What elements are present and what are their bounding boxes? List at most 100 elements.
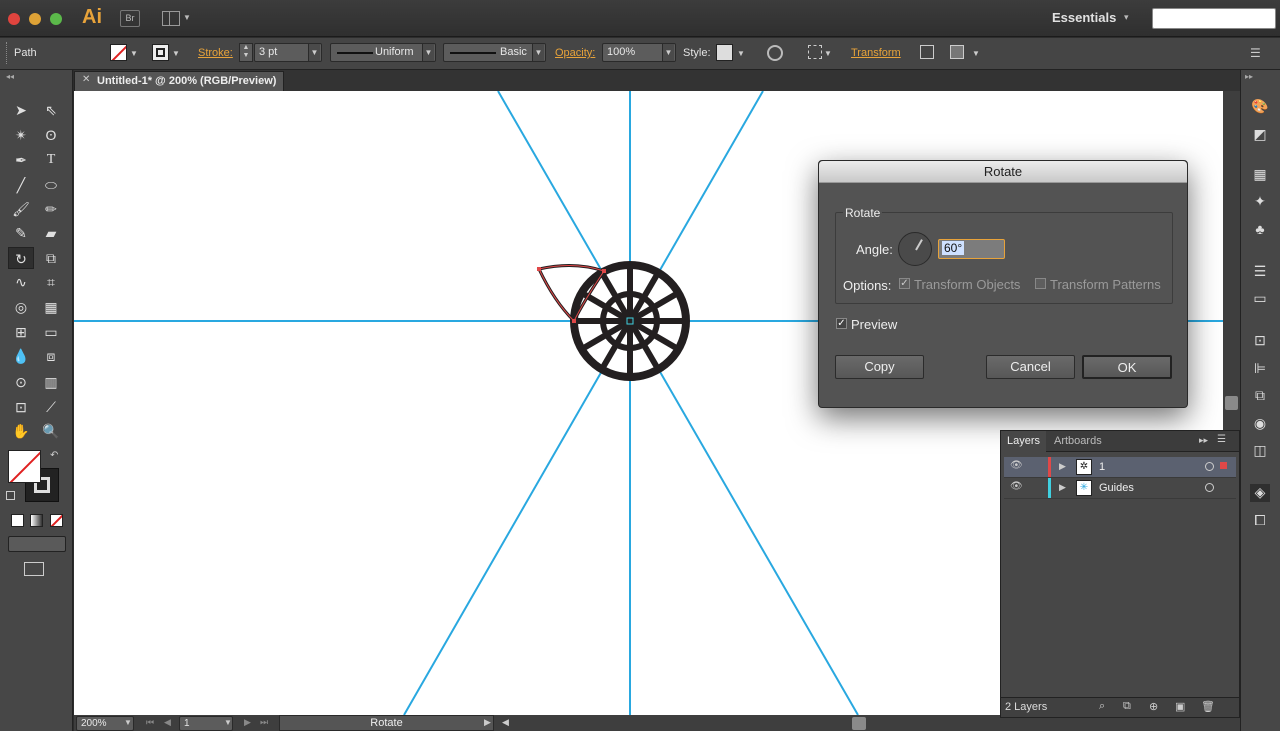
- visibility-eye-icon[interactable]: 👁: [1010, 481, 1023, 492]
- pathfinder-icon[interactable]: ⧉: [1250, 387, 1270, 405]
- appearance-icon[interactable]: ◉: [1250, 415, 1270, 433]
- artboards-panel-icon[interactable]: ⧠: [1250, 512, 1270, 530]
- hscroll-thumb[interactable]: [852, 717, 866, 730]
- panel-menu-icon[interactable]: ☰: [1217, 434, 1226, 445]
- last-artboard-icon[interactable]: ⏭: [260, 717, 268, 728]
- chevron-down-icon[interactable]: ▼: [972, 49, 980, 58]
- mesh-tool-icon[interactable]: ⊞: [10, 321, 32, 343]
- chevron-down-icon[interactable]: ▼: [130, 49, 138, 58]
- chevron-down-icon[interactable]: ▼: [308, 44, 320, 61]
- document-tab[interactable]: Untitled-1* @ 200% (RGB/Preview): [74, 71, 284, 91]
- brushes-icon[interactable]: ✦: [1250, 193, 1270, 211]
- gradient-tool-icon[interactable]: ▭: [40, 321, 62, 343]
- angle-dial[interactable]: [898, 232, 932, 266]
- copy-button[interactable]: Copy: [835, 355, 924, 379]
- scroll-left-icon[interactable]: ◀: [502, 717, 509, 728]
- options-icon[interactable]: [950, 45, 964, 59]
- paintbrush-tool-icon[interactable]: 🖌: [10, 198, 32, 220]
- minimize-window-button[interactable]: [29, 13, 41, 25]
- recolor-artwork-icon[interactable]: [767, 45, 783, 61]
- direct-selection-tool-icon[interactable]: ⇖: [40, 99, 62, 121]
- scale-tool-icon[interactable]: ⧉: [40, 247, 62, 269]
- locate-object-icon[interactable]: ⌕: [1099, 700, 1105, 713]
- chevron-down-icon[interactable]: ▼: [737, 49, 745, 58]
- zoom-window-button[interactable]: [50, 13, 62, 25]
- gradient-panel-icon[interactable]: ▭: [1250, 290, 1270, 308]
- graphic-style-swatch[interactable]: [716, 44, 733, 61]
- scroll-thumb[interactable]: [1225, 396, 1238, 410]
- lasso-tool-icon[interactable]: ʘ: [40, 124, 62, 146]
- expand-triangle-icon[interactable]: ▶: [1059, 461, 1066, 472]
- preview-checkbox[interactable]: ✓: [836, 318, 847, 329]
- previous-artboard-icon[interactable]: ◀: [164, 717, 171, 728]
- selection-tool-icon[interactable]: ➤: [10, 99, 32, 121]
- hand-tool-icon[interactable]: ✋: [10, 420, 32, 442]
- color-panel-icon[interactable]: 🎨: [1250, 98, 1270, 116]
- magic-wand-tool-icon[interactable]: ✴: [10, 124, 32, 146]
- layer-row[interactable]: 👁 ▶ ✳ Guides: [1004, 478, 1236, 499]
- anchor-point[interactable]: [602, 269, 606, 273]
- layers-panel-icon[interactable]: ◈: [1250, 484, 1270, 502]
- expand-icon[interactable]: ▸▸: [1245, 72, 1253, 81]
- chevron-down-icon[interactable]: ▼: [172, 49, 180, 58]
- target-icon[interactable]: [1205, 462, 1214, 471]
- layer-row[interactable]: 👁 ▶ ✲ 1: [1004, 457, 1236, 478]
- eraser-tool-icon[interactable]: ▰: [40, 222, 62, 244]
- collapse-icon[interactable]: ◂◂: [6, 72, 14, 81]
- expand-panel-icon[interactable]: ▸▸: [1199, 435, 1208, 446]
- chevron-down-icon[interactable]: ▼: [224, 718, 232, 727]
- status-menu-icon[interactable]: ▶: [484, 717, 491, 728]
- warp-tool-icon[interactable]: ∿: [10, 271, 32, 293]
- tab-artboards[interactable]: Artboards: [1048, 431, 1108, 452]
- slice-tool-icon[interactable]: ⟋: [40, 396, 62, 418]
- transform-patterns-checkbox[interactable]: [1035, 278, 1046, 289]
- chevron-down-icon[interactable]: ▼: [422, 44, 434, 61]
- chevron-down-icon[interactable]: ▼: [662, 44, 674, 61]
- chevron-down-icon[interactable]: ▼: [183, 13, 191, 22]
- cancel-button[interactable]: Cancel: [986, 355, 1075, 379]
- swatches-icon[interactable]: ▦: [1250, 166, 1270, 184]
- bridge-button[interactable]: Br: [120, 10, 140, 27]
- chevron-down-icon[interactable]: ▼: [532, 44, 544, 61]
- graphic-styles-icon[interactable]: ◫: [1250, 442, 1270, 460]
- color-mode-icon[interactable]: [11, 514, 24, 527]
- anchor-point[interactable]: [537, 267, 541, 271]
- transform-link[interactable]: Transform: [851, 47, 901, 59]
- drawing-modes-icon[interactable]: [8, 536, 66, 552]
- workspace-switcher[interactable]: Essentials: [1052, 10, 1116, 25]
- fill-color-box[interactable]: [8, 450, 41, 483]
- line-tool-icon[interactable]: ╱: [10, 174, 32, 196]
- chevron-down-icon[interactable]: ▼: [824, 49, 832, 58]
- close-icon[interactable]: ✕: [82, 74, 90, 85]
- swap-fill-stroke-icon[interactable]: ↶: [50, 450, 58, 461]
- visibility-eye-icon[interactable]: 👁: [1010, 460, 1023, 471]
- symbol-sprayer-tool-icon[interactable]: ⊙: [10, 371, 32, 393]
- angle-input[interactable]: 60°: [938, 239, 1005, 259]
- shape-builder-tool-icon[interactable]: ◎: [10, 296, 32, 318]
- symbols-icon[interactable]: ♣: [1250, 221, 1270, 239]
- zoom-tool-icon[interactable]: 🔍: [40, 420, 62, 442]
- isolate-icon[interactable]: [920, 45, 934, 59]
- color-guide-icon[interactable]: ◩: [1250, 126, 1270, 144]
- wheel-artwork[interactable]: [570, 261, 690, 381]
- align-icon[interactable]: [808, 45, 822, 59]
- transform-panel-icon[interactable]: ⊡: [1250, 332, 1270, 350]
- expand-triangle-icon[interactable]: ▶: [1059, 482, 1066, 493]
- layer-name[interactable]: 1: [1099, 461, 1105, 473]
- pen-tool-icon[interactable]: ✒: [10, 149, 32, 171]
- ellipse-tool-icon[interactable]: ⬭: [40, 174, 62, 196]
- eyedropper-tool-icon[interactable]: 💧: [10, 345, 32, 367]
- new-layer-icon[interactable]: ▣: [1175, 700, 1185, 713]
- artboard-tool-icon[interactable]: ⊡: [10, 396, 32, 418]
- variable-width-profile[interactable]: Uniform: [330, 43, 436, 62]
- layer-name[interactable]: Guides: [1099, 482, 1134, 494]
- ok-button[interactable]: OK: [1082, 355, 1172, 379]
- target-icon[interactable]: [1205, 483, 1214, 492]
- search-input[interactable]: [1152, 8, 1276, 29]
- blend-tool-icon[interactable]: ⧈: [40, 345, 62, 367]
- close-window-button[interactable]: [8, 13, 20, 25]
- stroke-panel-icon[interactable]: ☰: [1250, 263, 1270, 281]
- perspective-grid-tool-icon[interactable]: ▦: [40, 296, 62, 318]
- column-graph-tool-icon[interactable]: ▥: [40, 371, 62, 393]
- rotate-tool-icon[interactable]: ↻: [8, 247, 34, 269]
